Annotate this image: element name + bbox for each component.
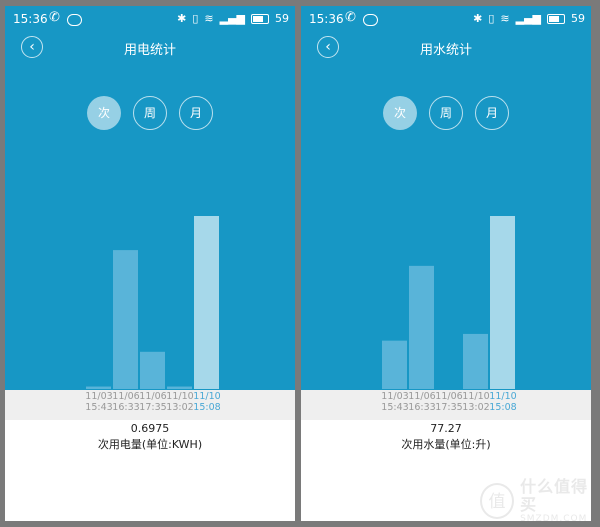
date-label[interactable]: 11/06 17:35 bbox=[138, 391, 168, 413]
chart-bar[interactable] bbox=[86, 386, 111, 389]
date-label[interactable]: 11/03 15:43 bbox=[380, 391, 410, 413]
watermark-site: SMZDM.COM bbox=[520, 514, 588, 524]
chart-bar[interactable] bbox=[140, 351, 165, 389]
chart-bar[interactable] bbox=[382, 340, 407, 389]
date-label[interactable]: 11/10 13:02 bbox=[165, 391, 195, 413]
usage-value: 77.27 bbox=[430, 422, 462, 435]
date-label[interactable]: 11/03 15:43 bbox=[84, 391, 114, 413]
chart-bar[interactable] bbox=[167, 386, 192, 389]
date-label[interactable]: 11/06 16:33 bbox=[407, 391, 437, 413]
date-label-selected[interactable]: 11/10 15:08 bbox=[192, 391, 222, 413]
usage-bar-chart bbox=[86, 216, 219, 389]
chart-bar-selected[interactable] bbox=[194, 216, 219, 389]
watermark-brand: 什么值得买 bbox=[520, 477, 589, 514]
date-label-selected[interactable]: 11/10 15:08 bbox=[488, 391, 518, 413]
usage-unit-label: 次用水量(单位:升) bbox=[401, 438, 491, 451]
water-screen: 15:36 ✆ ✱ ▯ ≋ ▂▄▆ 59 ‹ 用水统计 次 周 月 11/03 1… bbox=[301, 6, 591, 521]
smzdm-watermark: 值 什么值得买 SMZDM.COM bbox=[480, 478, 600, 524]
chart-bar-selected[interactable] bbox=[490, 216, 515, 389]
electricity-screen: 15:36 ✆ ✱ ▯ ≋ ▂▄▆ 59 ‹ 用电统计 次 周 月 11/03 1… bbox=[5, 6, 295, 521]
usage-unit-label: 次用电量(单位:KWH) bbox=[97, 438, 203, 451]
date-label[interactable]: 11/06 16:33 bbox=[111, 391, 141, 413]
date-label[interactable]: 11/06 17:35 bbox=[434, 391, 464, 413]
smzdm-logo-icon: 值 bbox=[480, 483, 515, 519]
chart-bar[interactable] bbox=[463, 333, 488, 389]
date-label[interactable]: 11/10 13:02 bbox=[461, 391, 491, 413]
usage-value: 0.6975 bbox=[130, 422, 170, 435]
chart-bar[interactable] bbox=[113, 250, 138, 389]
usage-bar-chart bbox=[382, 216, 515, 389]
date-axis: 11/03 15:43 11/06 16:33 11/06 17:35 11/10 13… bbox=[301, 390, 591, 420]
chart-bar[interactable] bbox=[409, 265, 434, 389]
date-axis: 11/03 15:43 11/06 16:33 11/06 17:35 11/10 13… bbox=[5, 390, 295, 420]
